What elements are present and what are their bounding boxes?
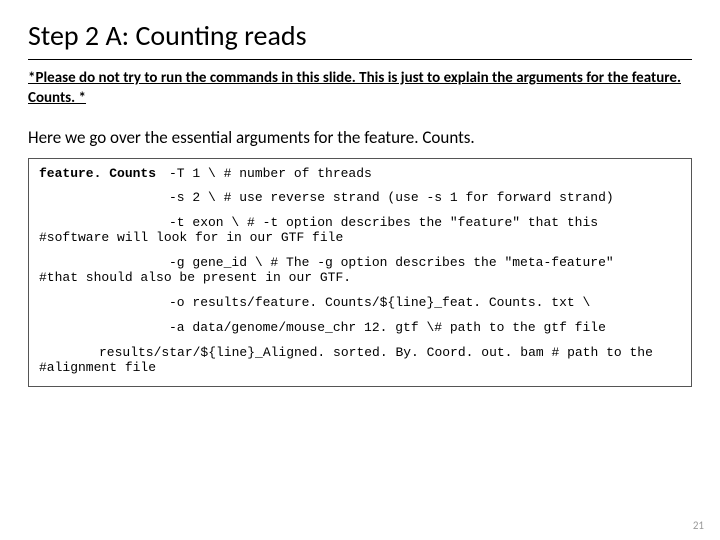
warning-note: *Please do not try to run the commands i… [28, 68, 692, 109]
slide-title: Step 2 A: Counting reads [28, 18, 692, 53]
code-text: -T 1 \ # number of threads [169, 166, 372, 181]
code-text: -s 2 \ # use reverse strand (use -s 1 fo… [169, 190, 614, 205]
slide: Step 2 A: Counting reads *Please do not … [0, 0, 720, 540]
code-line-4b: #that should also be present in our GTF. [39, 271, 681, 286]
code-line-7b: #alignment file [39, 361, 681, 376]
code-text: -o results/feature. Counts/${line}_feat.… [169, 295, 590, 310]
code-line-1: feature. Counts-T 1 \ # number of thread… [39, 167, 681, 182]
code-line-5: -o results/feature. Counts/${line}_feat.… [39, 296, 681, 311]
code-line-7a: results/star/${line}_Aligned. sorted. By… [39, 346, 681, 361]
code-text: -g gene_id \ # The -g option describes t… [169, 255, 614, 270]
code-text: results/star/${line}_Aligned. sorted. By… [99, 345, 653, 360]
code-line-2: -s 2 \ # use reverse strand (use -s 1 fo… [39, 191, 681, 206]
code-line-4a: -g gene_id \ # The -g option describes t… [39, 256, 681, 271]
title-rule [28, 59, 692, 60]
code-block: feature. Counts-T 1 \ # number of thread… [28, 158, 692, 387]
code-text: -a data/genome/mouse_chr 12. gtf \# path… [169, 320, 606, 335]
code-line-6: -a data/genome/mouse_chr 12. gtf \# path… [39, 321, 681, 336]
code-line-3b: #software will look for in our GTF file [39, 231, 681, 246]
code-line-3a: -t exon \ # -t option describes the "fea… [39, 216, 681, 231]
page-number: 21 [693, 519, 704, 532]
command-name: feature. Counts [39, 167, 169, 182]
code-text: -t exon \ # -t option describes the "fea… [169, 215, 598, 230]
intro-text: Here we go over the essential arguments … [28, 127, 692, 148]
